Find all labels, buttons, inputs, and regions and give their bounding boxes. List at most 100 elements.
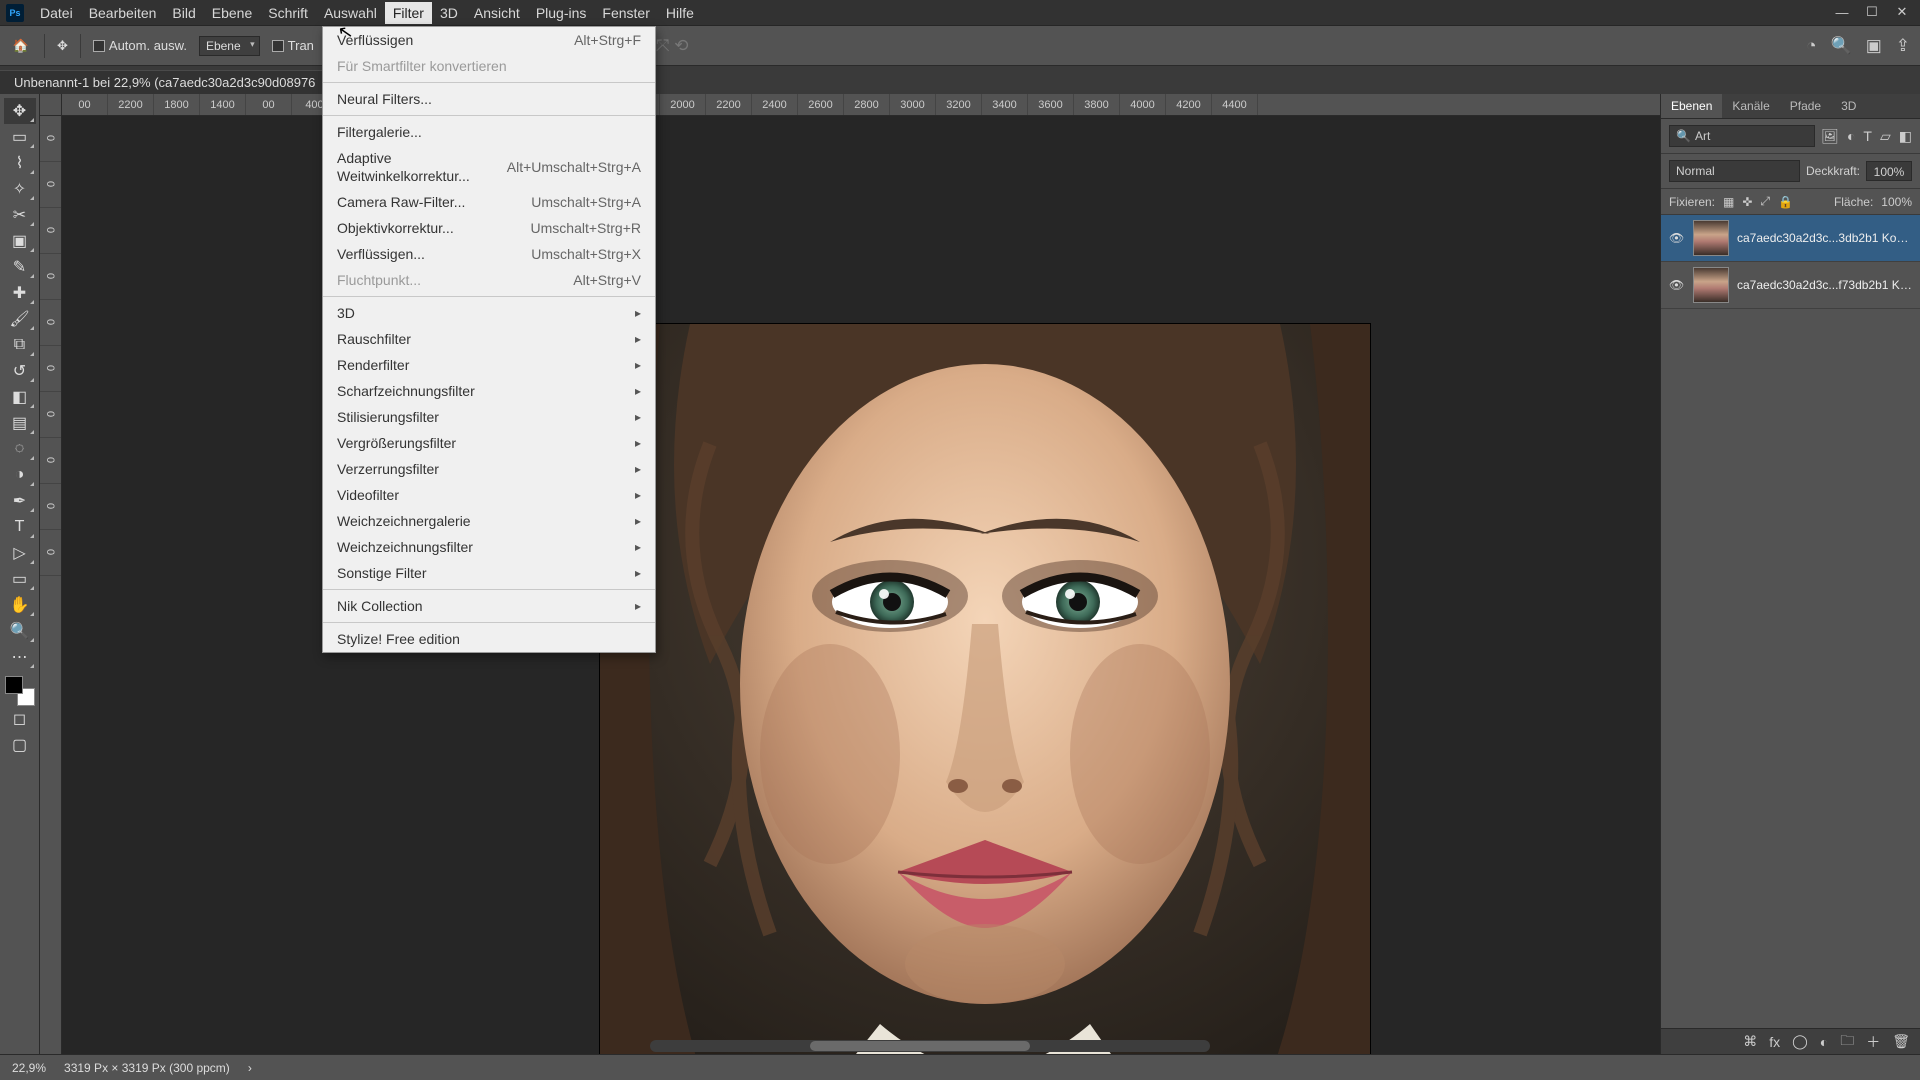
canvas-area[interactable]: 0022001800140000400600800100012001400160… <box>40 94 1660 1054</box>
move-tool-icon[interactable]: ✥ <box>57 38 68 54</box>
wand-tool[interactable]: ✧ <box>4 176 36 202</box>
filter-adjust-icon[interactable]: ◐ <box>1847 128 1855 145</box>
filter-item[interactable]: Scharfzeichnungsfilter <box>323 378 655 404</box>
lock-pixels-icon[interactable]: ▦ <box>1723 195 1734 209</box>
new-layer-icon[interactable]: ＋ <box>1866 1032 1880 1052</box>
menu-hilfe[interactable]: Hilfe <box>658 2 702 24</box>
filter-item[interactable]: Stilisierungsfilter <box>323 404 655 430</box>
hand-tool[interactable]: ✋ <box>4 592 36 618</box>
layer-thumbnail[interactable] <box>1693 220 1729 256</box>
blur-tool[interactable]: ◌ <box>4 436 36 462</box>
panel-tab-ebenen[interactable]: Ebenen <box>1661 94 1722 118</box>
search-icon[interactable]: 🔍 <box>1831 36 1852 56</box>
filter-smart-icon[interactable]: ◧ <box>1899 128 1912 145</box>
layer-name[interactable]: ca7aedc30a2d3c...f73db2b1 Kopie <box>1737 278 1912 292</box>
quickmask-icon[interactable]: ◻ <box>4 706 36 732</box>
delete-layer-icon[interactable]: 🗑 <box>1892 1033 1910 1050</box>
menu-plug-ins[interactable]: Plug-ins <box>528 2 595 24</box>
filter-item[interactable]: Weichzeichnergalerie <box>323 508 655 534</box>
ruler-horizontal[interactable]: 0022001800140000400600800100012001400160… <box>62 94 1660 116</box>
filter-item[interactable]: Camera Raw-Filter...Umschalt+Strg+A <box>323 189 655 215</box>
layer-row[interactable]: 👁 ca7aedc30a2d3c...3db2b1 Kopie 2 <box>1661 215 1920 262</box>
pen-tool[interactable]: ✒ <box>4 488 36 514</box>
document-tab[interactable]: Unbenannt-1 bei 22,9% (ca7aedc30a2d3c90d… <box>0 70 330 94</box>
menu-bild[interactable]: Bild <box>164 2 203 24</box>
filter-image-icon[interactable]: 🖼 <box>1821 128 1839 145</box>
maximize-button[interactable]: ☐ <box>1858 2 1886 22</box>
menu-schrift[interactable]: Schrift <box>260 2 316 24</box>
filter-item[interactable]: Videofilter <box>323 482 655 508</box>
foreground-color[interactable] <box>5 676 23 694</box>
layer-fx-icon[interactable]: fx <box>1769 1034 1780 1050</box>
close-button[interactable]: ✕ <box>1888 2 1916 22</box>
layer-thumbnail[interactable] <box>1693 267 1729 303</box>
filter-item[interactable]: Sonstige Filter <box>323 560 655 586</box>
canvas-scrollbar-horizontal[interactable] <box>650 1040 1210 1052</box>
layer-mask-icon[interactable]: ◯ <box>1792 1033 1808 1050</box>
show-transform-checkbox[interactable]: Tran <box>272 38 314 53</box>
frame-tool[interactable]: ▣ <box>4 228 36 254</box>
ruler-vertical[interactable]: 0000000000 <box>40 116 62 1054</box>
link-layers-icon[interactable]: ⌘ <box>1743 1033 1757 1050</box>
doc-dimensions[interactable]: 3319 Px × 3319 Px (300 ppcm) <box>64 1061 230 1075</box>
gradient-tool[interactable]: ▤ <box>4 410 36 436</box>
auto-select-target[interactable]: Ebene <box>199 36 260 56</box>
auto-select-checkbox[interactable]: Autom. ausw. <box>93 38 187 53</box>
eraser-tool[interactable]: ◧ <box>4 384 36 410</box>
filter-item[interactable]: Renderfilter <box>323 352 655 378</box>
home-icon[interactable]: 🏠 <box>10 35 32 57</box>
share-icon[interactable]: ⇪ <box>1896 36 1910 56</box>
layer-row[interactable]: 👁ca7aedc30a2d3c...f73db2b1 Kopie <box>1661 262 1920 309</box>
panel-tab-kanäle[interactable]: Kanäle <box>1722 94 1779 118</box>
filter-item[interactable]: 3D <box>323 300 655 326</box>
menu-3d[interactable]: 3D <box>432 2 466 24</box>
history-tool[interactable]: ↺ <box>4 358 36 384</box>
artboard[interactable] <box>600 324 1370 1054</box>
more-tool[interactable]: ⋯ <box>4 644 36 670</box>
zoom-tool[interactable]: 🔍 <box>4 618 36 644</box>
menu-fenster[interactable]: Fenster <box>594 2 657 24</box>
adjustment-layer-icon[interactable]: ◐ <box>1820 1034 1828 1050</box>
type-tool[interactable]: T <box>4 514 36 540</box>
filter-item[interactable]: Objektivkorrektur...Umschalt+Strg+R <box>323 215 655 241</box>
filter-item[interactable]: Stylize! Free edition <box>323 626 655 652</box>
filter-item[interactable]: Verflüssigen...Umschalt+Strg+X <box>323 241 655 267</box>
heal-tool[interactable]: ✚ <box>4 280 36 306</box>
menu-datei[interactable]: Datei <box>32 2 81 24</box>
filter-item[interactable]: Rauschfilter <box>323 326 655 352</box>
lasso-tool[interactable]: ⌇ <box>4 150 36 176</box>
layer-visibility-icon[interactable]: 👁 <box>1669 231 1685 245</box>
filter-item[interactable]: Adaptive Weitwinkelkorrektur...Alt+Umsch… <box>323 145 655 189</box>
lock-artboard-icon[interactable]: ⤢ <box>1760 194 1770 209</box>
zoom-readout[interactable]: 22,9% <box>12 1061 46 1075</box>
dodge-tool[interactable]: ◑ <box>4 462 36 488</box>
filter-item[interactable]: Vergrößerungsfilter <box>323 430 655 456</box>
menu-ebene[interactable]: Ebene <box>204 2 260 24</box>
move-tool[interactable]: ✥ <box>4 98 36 124</box>
minimize-button[interactable]: — <box>1828 2 1856 22</box>
eyedrop-tool[interactable]: ✎ <box>4 254 36 280</box>
filter-item[interactable]: Verzerrungsfilter <box>323 456 655 482</box>
path-tool[interactable]: ▷ <box>4 540 36 566</box>
workspace-icon[interactable]: ▣ <box>1866 36 1882 56</box>
filter-item[interactable]: VerflüssigenAlt+Strg+F <box>323 27 655 53</box>
color-swatches[interactable] <box>5 676 35 706</box>
opacity-value[interactable]: 100% <box>1866 161 1912 181</box>
blend-mode-select[interactable]: Normal <box>1669 160 1800 182</box>
panel-tab-pfade[interactable]: Pfade <box>1780 94 1831 118</box>
filter-shape-icon[interactable]: ▱ <box>1880 128 1891 145</box>
stamp-tool[interactable]: ⧉ <box>4 332 36 358</box>
menu-bearbeiten[interactable]: Bearbeiten <box>81 2 165 24</box>
layer-name[interactable]: ca7aedc30a2d3c...3db2b1 Kopie 2 <box>1737 231 1912 245</box>
lock-position-icon[interactable]: ✜ <box>1742 195 1752 209</box>
fill-value[interactable]: 100% <box>1881 195 1912 209</box>
account-icon[interactable]: ◔ <box>1806 36 1816 56</box>
layer-filter-field[interactable]: 🔍 Art <box>1669 125 1815 147</box>
filter-item[interactable]: Neural Filters... <box>323 86 655 112</box>
menu-ansicht[interactable]: Ansicht <box>466 2 528 24</box>
filter-type-icon[interactable]: T <box>1863 128 1872 145</box>
brush-tool[interactable]: 🖌 <box>4 306 36 332</box>
lock-all-icon[interactable]: 🔒 <box>1778 195 1793 209</box>
panel-tab-3d[interactable]: 3D <box>1831 94 1866 118</box>
crop-tool[interactable]: ✂ <box>4 202 36 228</box>
